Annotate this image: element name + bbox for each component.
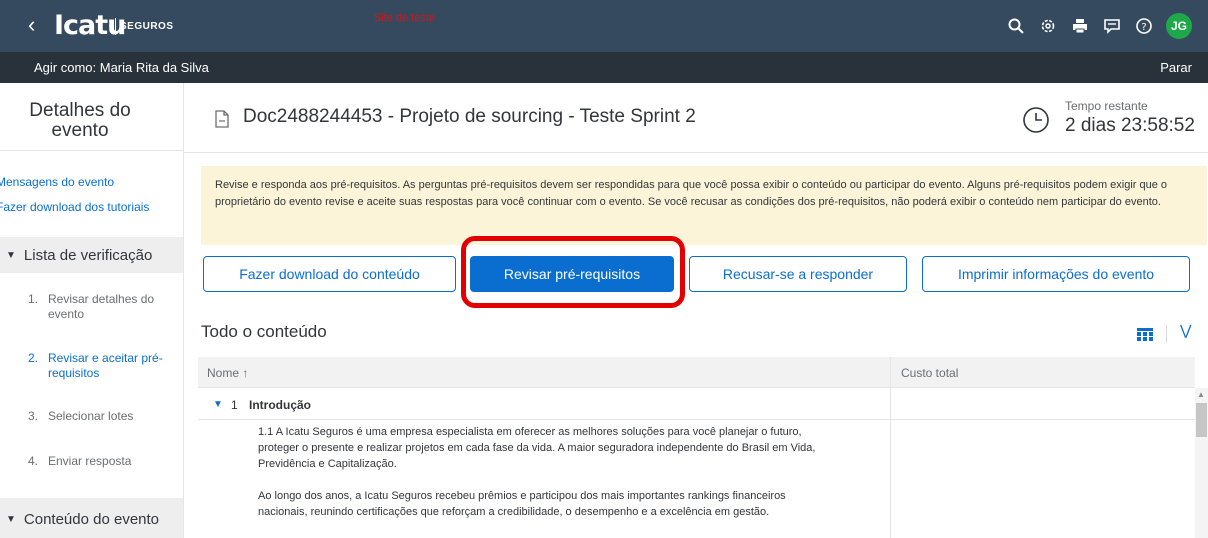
- column-header-name[interactable]: Nome ↑: [207, 366, 248, 380]
- sidebar-title-line1: Detalhes do: [29, 100, 131, 121]
- step-label: Enviar resposta: [48, 454, 132, 468]
- document-icon: [215, 110, 229, 128]
- table-view-icon[interactable]: [1137, 328, 1153, 342]
- sidebar-title-line2: evento: [51, 120, 109, 141]
- settings-icon[interactable]: [1032, 13, 1064, 39]
- section-title: Todo o conteúdo: [201, 322, 327, 341]
- sidebar-divider: [0, 150, 183, 151]
- download-content-button[interactable]: Fazer download do conteúdo: [203, 256, 456, 292]
- triangle-down-icon[interactable]: ▼: [213, 399, 223, 410]
- double-chevron-down-icon[interactable]: ⋁: [1180, 322, 1191, 339]
- step-label: Revisar detalhes do evento: [48, 292, 155, 321]
- step-label: Revisar e aceitar pré-requisitos: [48, 351, 163, 380]
- column-header-total-cost[interactable]: Custo total: [901, 366, 958, 380]
- content-table: Nome ↑ Custo total ▼ 1 Introdução 1.1 A …: [198, 357, 1208, 538]
- document-header: Doc2488244453 - Projeto de sourcing - Te…: [184, 83, 1208, 153]
- scroll-up-icon[interactable]: ▲: [1197, 390, 1205, 399]
- checklist-header[interactable]: ▼ Lista de verificação: [0, 237, 183, 273]
- logo-divider: [115, 18, 116, 35]
- checklist-label: Lista de verificação: [23, 246, 153, 264]
- toolbar-divider: [1166, 325, 1167, 343]
- event-content-label: Conteúdo do evento: [23, 510, 160, 528]
- checklist-step-1[interactable]: 1. Revisar detalhes do evento: [28, 292, 178, 322]
- triangle-down-icon: ▼: [6, 513, 16, 525]
- event-messages-link[interactable]: Mensagens do evento: [0, 175, 114, 189]
- page-title: Doc2488244453 - Projeto de sourcing - Te…: [243, 106, 696, 127]
- step-number: 2.: [28, 351, 39, 365]
- svg-text:?: ?: [1141, 22, 1146, 33]
- stop-button[interactable]: Parar: [1160, 60, 1192, 75]
- help-icon[interactable]: ?: [1128, 13, 1160, 39]
- highlight-annotation: [461, 236, 685, 308]
- section-label: Introdução: [249, 398, 311, 412]
- step-number: 1.: [28, 292, 39, 306]
- sidebar: Detalhes do evento Mensagens do evento F…: [0, 83, 184, 538]
- step-label: Selecionar lotes: [48, 409, 134, 423]
- download-tutorials-link[interactable]: Fazer download dos tutoriais: [0, 200, 149, 214]
- avatar[interactable]: JG: [1166, 13, 1192, 39]
- print-icon[interactable]: [1064, 13, 1096, 39]
- logo-subtitle: SEGUROS: [120, 21, 174, 32]
- step-number: 4.: [28, 454, 39, 468]
- search-icon[interactable]: [1000, 13, 1032, 39]
- item-description: 1.1 A Icatu Seguros é uma empresa especi…: [258, 426, 816, 470]
- time-remaining-value: 2 dias 23:58:52: [1065, 115, 1195, 136]
- site-test-label: Site de teste: [374, 12, 436, 24]
- table-row: 1.1 A Icatu Seguros é uma empresa especi…: [258, 424, 838, 536]
- table-header: Nome ↑ Custo total: [198, 357, 1195, 388]
- acting-as-label: Agir como: Maria Rita da Silva: [34, 60, 209, 75]
- scrollbar[interactable]: ▲: [1195, 388, 1208, 538]
- table-row[interactable]: ▼ 1 Introdução: [198, 388, 1195, 420]
- chevron-left-icon[interactable]: ‹: [28, 14, 35, 36]
- prerequisites-message: Revise e responda aos pré-requisitos. As…: [201, 166, 1207, 245]
- event-content-header[interactable]: ▼ Conteúdo do evento: [0, 498, 183, 538]
- checklist-step-3[interactable]: 3. Selecionar lotes: [28, 409, 178, 424]
- step-number: 3.: [28, 409, 39, 423]
- feedback-icon[interactable]: [1096, 13, 1128, 39]
- time-remaining-label: Tempo restante: [1065, 99, 1148, 113]
- scrollbar-thumb[interactable]: [1196, 403, 1207, 437]
- print-event-info-button[interactable]: Imprimir informações do evento: [922, 256, 1190, 292]
- section-number: 1: [231, 398, 238, 412]
- checklist-step-2[interactable]: 2. Revisar e aceitar pré-requisitos: [28, 351, 178, 381]
- acting-as-bar: Agir como: Maria Rita da Silva Parar: [0, 52, 1208, 83]
- column-divider: [890, 357, 891, 538]
- shell-bar: ‹ Icatu SEGUROS Site de teste ? JG: [0, 0, 1208, 52]
- decline-to-respond-button[interactable]: Recusar-se a responder: [689, 256, 907, 292]
- triangle-down-icon: ▼: [6, 249, 16, 261]
- clock-icon: [1023, 107, 1049, 133]
- item-description: Ao longo dos anos, a Icatu Seguros receb…: [258, 490, 786, 518]
- sidebar-title: Detalhes do evento: [0, 101, 160, 141]
- checklist-step-4[interactable]: 4. Enviar resposta: [28, 454, 178, 469]
- shell-actions: ? JG: [1000, 13, 1192, 39]
